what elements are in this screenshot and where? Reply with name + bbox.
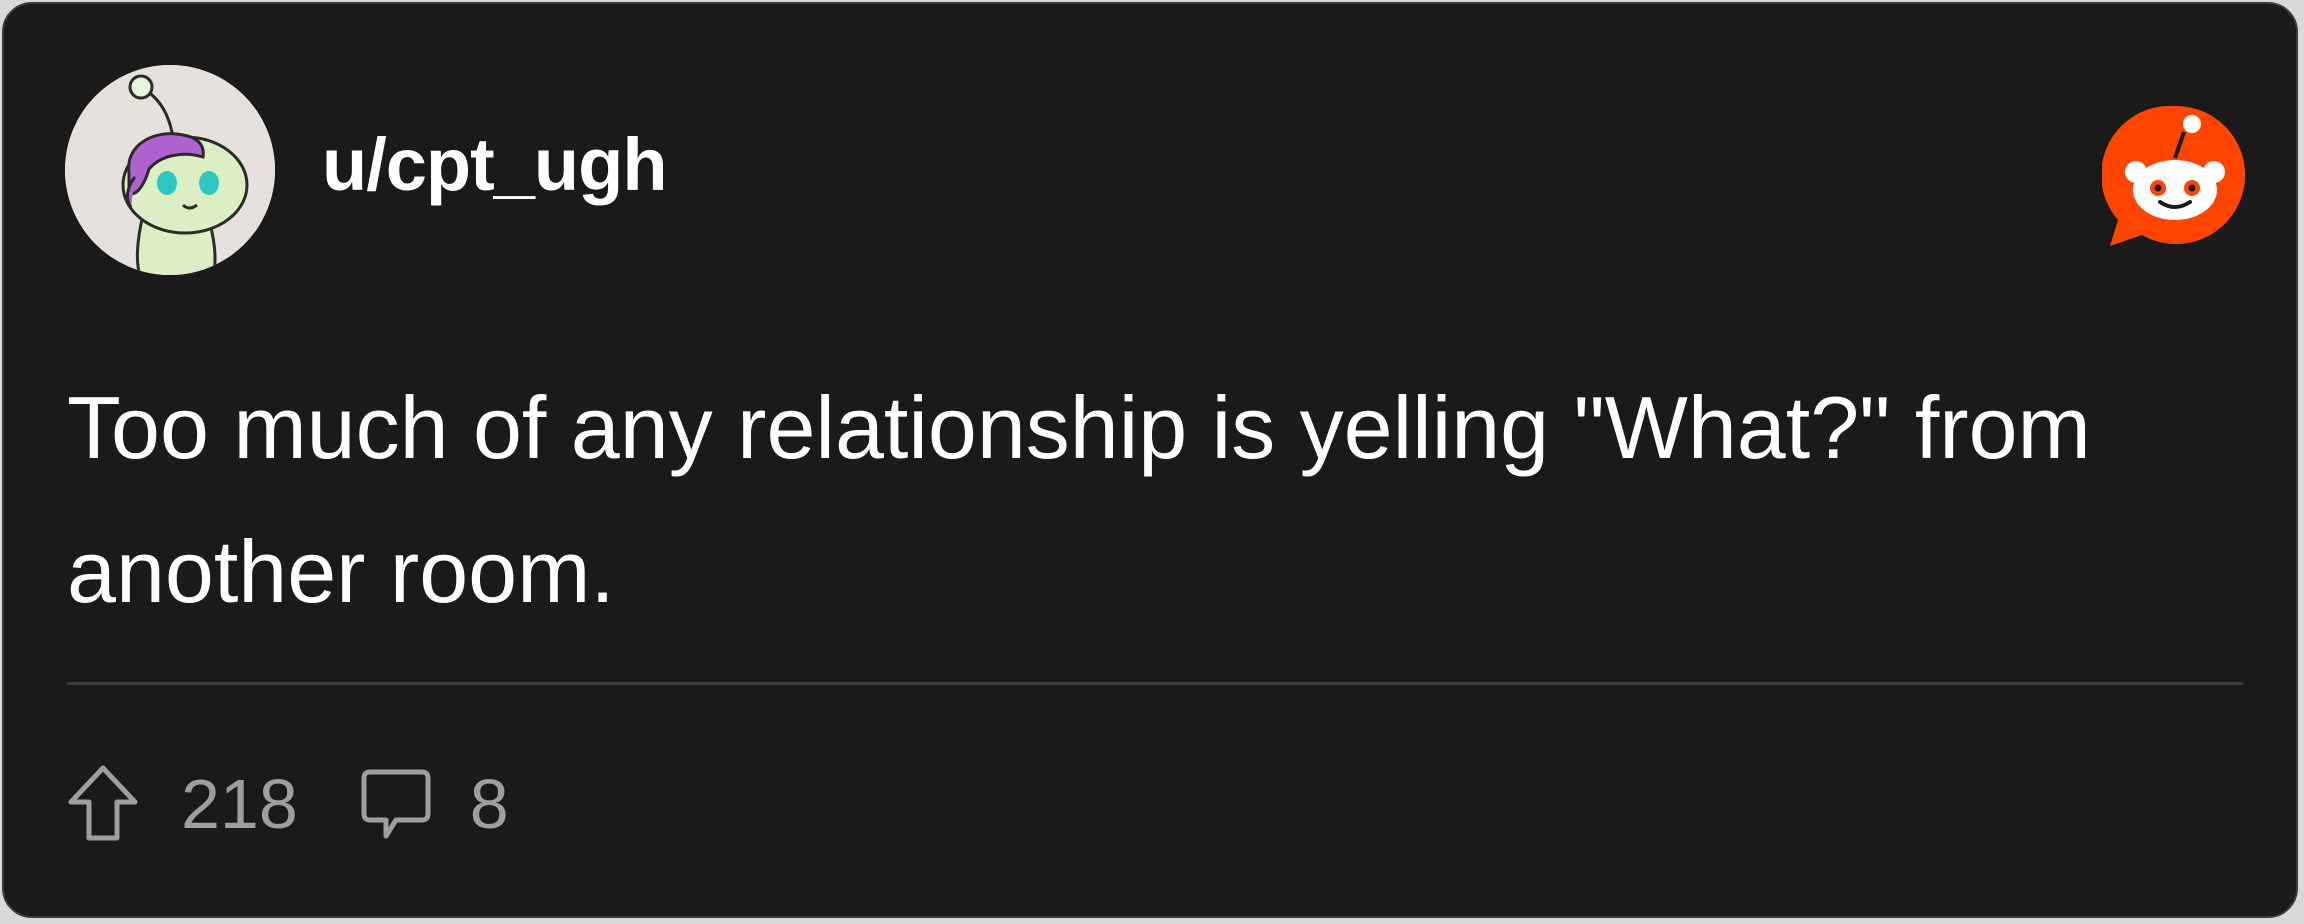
comment-count: 8 [469, 765, 509, 843]
upvote-count: 218 [181, 765, 298, 843]
upvote-arrow-icon[interactable] [67, 764, 139, 844]
post-body-text: Too much of any relationship is yelling … [67, 378, 2091, 621]
comment-bubble-icon[interactable] [360, 766, 432, 842]
divider [67, 682, 2243, 685]
post-card[interactable]: u/cpt_ugh Too much of any relationship i… [2, 2, 2298, 918]
reddit-logo-icon [2102, 102, 2248, 248]
post-actions: 218 8 [67, 764, 509, 844]
username[interactable]: u/cpt_ugh [322, 128, 668, 202]
user-avatar[interactable] [65, 65, 275, 275]
snoo-avatar-icon [65, 65, 275, 275]
